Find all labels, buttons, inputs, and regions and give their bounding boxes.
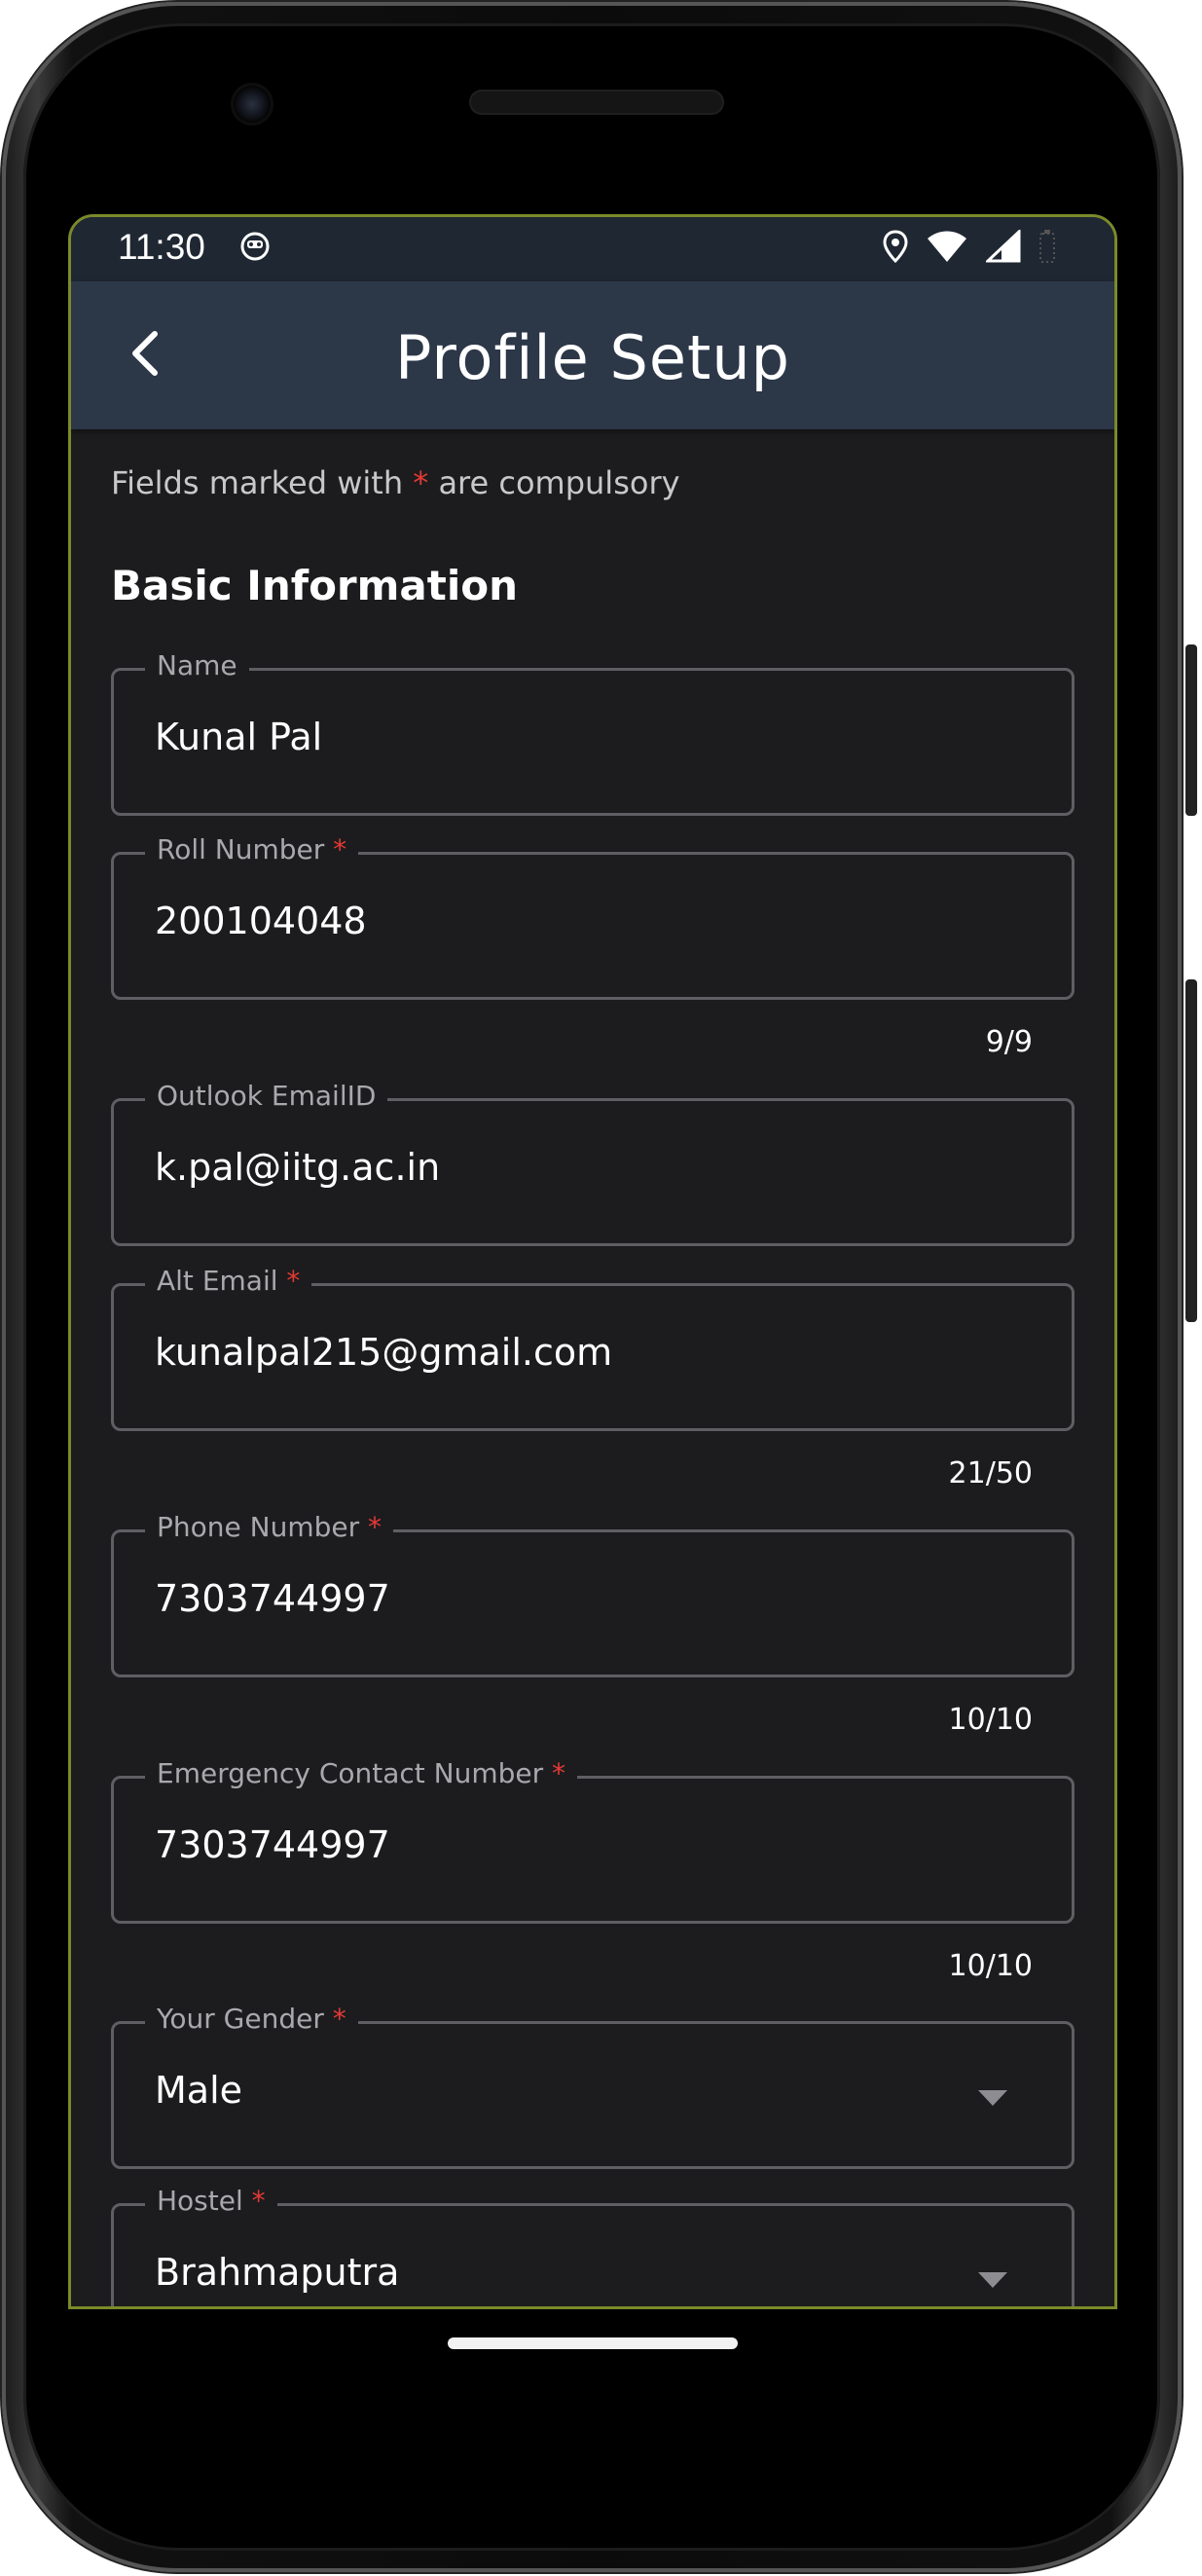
required-star: * [251, 2185, 266, 2217]
field-value: Kunal Pal [155, 716, 323, 758]
field-label-text: Your Gender [157, 2003, 324, 2035]
field-label: Roll Number * [145, 833, 359, 865]
field-label-text: Phone Number [157, 1511, 360, 1543]
wifi-icon [928, 231, 966, 262]
dropdown-value: Brahmaputra [155, 2251, 400, 2294]
field-label-text: Roll Number [157, 833, 325, 865]
field-label-text: Outlook EmailID [157, 1080, 377, 1112]
field-label-text: Emergency Contact Number [157, 1757, 544, 1789]
signal-icon [986, 230, 1021, 263]
emergency-contact-field[interactable]: Emergency Contact Number * 7303744997 [111, 1757, 1075, 1924]
required-star: * [332, 2003, 346, 2035]
hostel-dropdown[interactable]: Hostel * Brahmaputra [111, 2185, 1075, 2306]
section-title: Basic Information [111, 562, 518, 609]
battery-icon [1039, 230, 1055, 263]
dropdown-value: Male [155, 2069, 243, 2112]
required-star: * [552, 1757, 566, 1789]
required-star: * [333, 833, 347, 865]
front-camera [234, 86, 271, 123]
field-value: 7303744997 [155, 1823, 390, 1866]
field-label: Alt Email * [145, 1265, 312, 1297]
dropdown-arrow-icon [978, 2090, 1007, 2106]
field-value: kunalpal215@gmail.com [155, 1331, 613, 1374]
field-label: Phone Number * [145, 1511, 394, 1543]
roll-number-counter: 9/9 [985, 1025, 1033, 1059]
field-value: 200104048 [155, 900, 367, 942]
hint-suffix: are compulsory [428, 464, 680, 501]
earpiece-speaker [469, 90, 724, 115]
status-time: 11:30 [118, 227, 205, 267]
field-label: Emergency Contact Number * [145, 1757, 578, 1789]
alt-email-counter: 21/50 [948, 1456, 1033, 1490]
alt-email-field[interactable]: Alt Email * kunalpal215@gmail.com [111, 1265, 1075, 1431]
field-label: Hostel * [145, 2185, 277, 2217]
notification-face-icon [240, 232, 270, 261]
status-icons [883, 229, 1056, 264]
location-icon [883, 230, 908, 263]
hint-prefix: Fields marked with [111, 464, 414, 501]
field-label-text: Alt Email [157, 1265, 278, 1297]
status-bar: 11:30 [71, 217, 1114, 281]
name-field[interactable]: Name Kunal Pal [111, 649, 1075, 816]
required-fields-hint: Fields marked with * are compulsory [111, 464, 680, 501]
field-value: 7303744997 [155, 1577, 390, 1620]
field-label: Name [145, 649, 249, 681]
required-star: * [368, 1511, 382, 1543]
required-star: * [286, 1265, 301, 1297]
screen: 11:30 Profile Setup Fields marked with *… [68, 214, 1117, 2309]
emergency-contact-counter: 10/10 [948, 1949, 1033, 1983]
phone-number-field[interactable]: Phone Number * 7303744997 [111, 1511, 1075, 1677]
gender-dropdown[interactable]: Your Gender * Male [111, 2003, 1075, 2169]
required-star: * [413, 464, 429, 501]
field-label: Your Gender * [145, 2003, 358, 2035]
roll-number-field[interactable]: Roll Number * 200104048 [111, 833, 1075, 1000]
dropdown-arrow-icon [978, 2272, 1007, 2288]
volume-button [1185, 979, 1197, 1322]
home-indicator[interactable] [448, 2337, 738, 2349]
page-title: Profile Setup [395, 322, 790, 393]
phone-number-counter: 10/10 [948, 1703, 1033, 1737]
field-label: Outlook EmailID [145, 1080, 388, 1112]
field-label-text: Name [157, 649, 237, 681]
field-value: k.pal@iitg.ac.in [155, 1146, 441, 1189]
outlook-email-field[interactable]: Outlook EmailID k.pal@iitg.ac.in [111, 1080, 1075, 1246]
power-button [1185, 644, 1197, 816]
field-label-text: Hostel [157, 2185, 243, 2217]
app-bar: Profile Setup [71, 281, 1114, 429]
